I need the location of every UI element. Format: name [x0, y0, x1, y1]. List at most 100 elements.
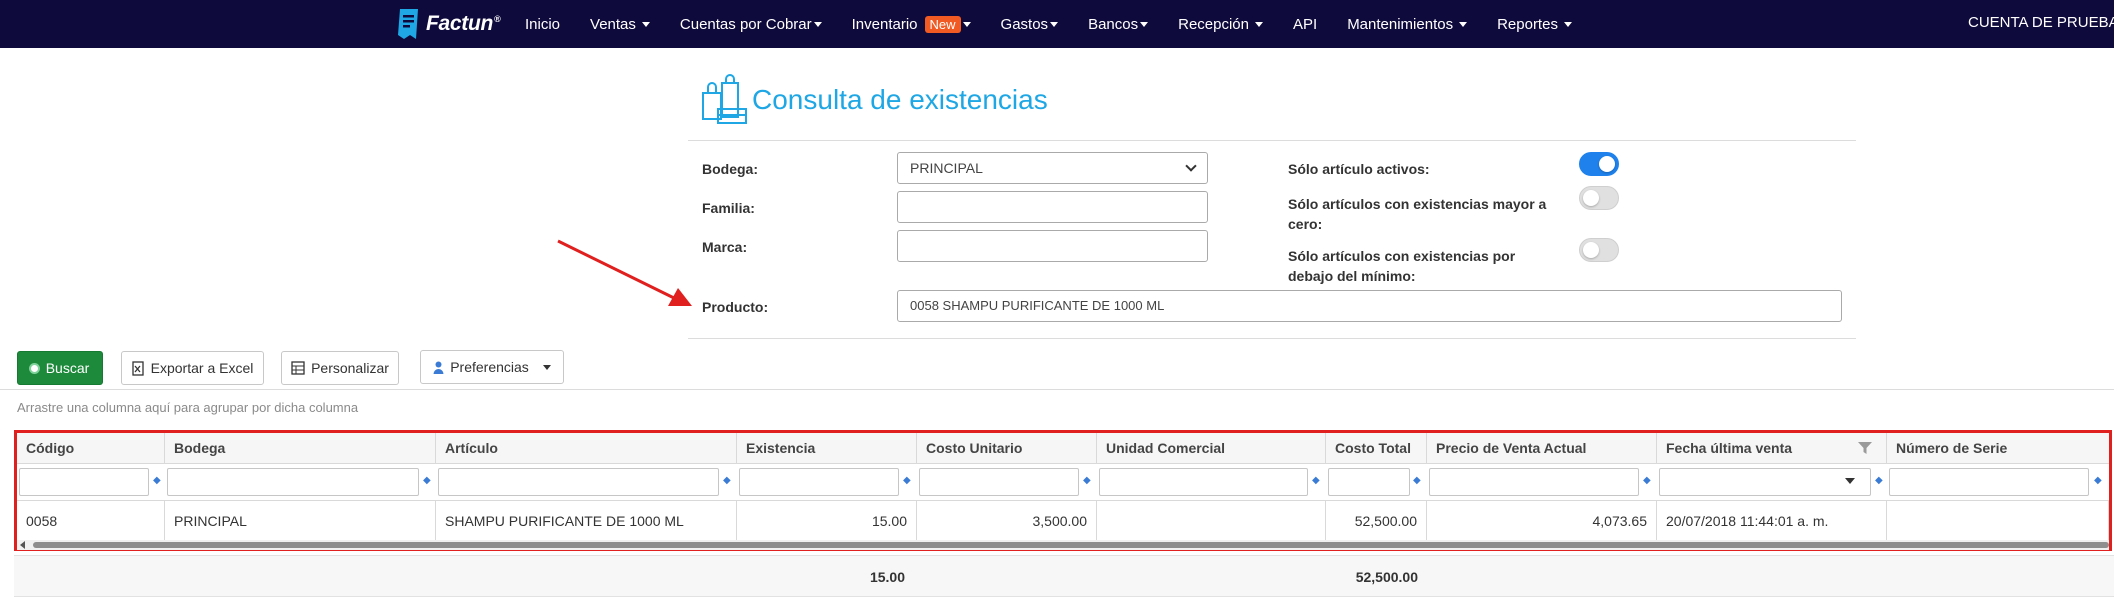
filter-icon[interactable]: ◆ [2094, 475, 2104, 487]
filter-input-numero-serie[interactable] [1889, 468, 2089, 496]
factun-logo[interactable]: Factun® [396, 6, 501, 42]
filter-icon[interactable]: ◆ [1413, 475, 1423, 487]
cell-precio-venta: 4,073.65 [1427, 501, 1657, 540]
toggle-mayor-cero-label-line1: Sólo artículos con existencias mayor a [1288, 196, 1547, 212]
nav-item-bancos[interactable]: Bancos [1088, 15, 1149, 33]
toggle-mayor-cero-label: Sólo artículos con existencias mayor a c… [1288, 194, 1546, 234]
page-title: Consulta de existencias [752, 84, 1048, 115]
familia-input[interactable] [897, 191, 1208, 223]
nav-item-inventario[interactable]: Inventario New [852, 15, 971, 33]
user-icon [433, 361, 444, 374]
cell-unidad-comercial [1097, 501, 1326, 540]
nav-item-reportes[interactable]: Reportes [1497, 16, 1572, 33]
marca-label: Marca: [702, 239, 748, 255]
toggle-knob [1599, 156, 1615, 172]
funnel-filter-icon[interactable] [1857, 441, 1873, 455]
nav-item-ventas[interactable]: Ventas [590, 16, 650, 33]
preferencias-label: Preferencias [450, 359, 529, 375]
col-header-existencia[interactable]: Existencia [737, 433, 917, 463]
filter-input-unidad-comercial[interactable] [1099, 468, 1308, 496]
filter-input-codigo[interactable] [19, 468, 149, 496]
nav-label: Gastos [1000, 15, 1049, 33]
cell-costo-unitario: 3,500.00 [917, 501, 1097, 540]
col-header-numero-serie[interactable]: Número de Serie [1887, 433, 2109, 463]
nav-item-cuentas-por-cobrar[interactable]: Cuentas por Cobrar [680, 16, 822, 33]
toggle-activos-label: Sólo artículo activos: [1288, 161, 1430, 177]
search-dot-icon [30, 364, 38, 372]
toggle-mayor-cero-label-line2: cero: [1288, 216, 1323, 232]
filter-icon[interactable]: ◆ [1875, 475, 1885, 487]
nav-item-inicio[interactable]: Inicio [525, 16, 560, 33]
scrollbar-thumb[interactable] [33, 542, 2109, 548]
nav-label: API [1293, 15, 1318, 33]
filter-input-precio-venta[interactable] [1429, 468, 1639, 496]
toggle-existencias-bajo-minimo[interactable] [1579, 238, 1619, 262]
bodega-label: Bodega: [702, 161, 758, 177]
personalizar-button[interactable]: Personalizar [281, 351, 399, 385]
col-header-costo-total[interactable]: Costo Total [1326, 433, 1427, 463]
chevron-down-icon [1140, 21, 1149, 27]
chevron-down-icon [1050, 21, 1059, 27]
chevron-down-icon [962, 21, 971, 27]
filter-icon[interactable]: ◆ [1312, 475, 1322, 487]
nav-item-mantenimientos[interactable]: Mantenimientos [1347, 15, 1468, 33]
chevron-down-icon [1459, 21, 1468, 27]
filter-icon[interactable]: ◆ [1643, 475, 1653, 487]
group-by-hint[interactable]: Arrastre una columna aquí para agrupar p… [17, 400, 358, 415]
cell-fecha-ultima-venta: 20/07/2018 11:44:01 a. m. [1657, 501, 1887, 540]
chevron-down-icon [641, 21, 650, 27]
nav-label: Inicio [525, 15, 561, 33]
top-navbar: Factun® Inicio Ventas Cuentas por Cobrar… [0, 0, 2114, 48]
col-header-costo-unitario[interactable]: Costo Unitario [917, 433, 1097, 463]
filter-input-costo-unitario[interactable] [919, 468, 1079, 496]
title-divider [688, 140, 1856, 141]
filter-icon[interactable]: ◆ [903, 475, 913, 487]
filter-icon[interactable]: ◆ [1083, 475, 1093, 487]
filter-input-bodega[interactable] [167, 468, 419, 496]
filter-icon[interactable]: ◆ [423, 475, 433, 487]
exportar-excel-button[interactable]: Exportar a Excel [121, 351, 264, 385]
buscar-button[interactable]: Buscar [17, 351, 103, 385]
cell-existencia: 15.00 [737, 501, 917, 540]
chevron-down-icon [813, 21, 822, 27]
marca-input[interactable] [897, 230, 1208, 262]
nav-item-api[interactable]: API [1293, 16, 1317, 33]
nav-label: Mantenimientos [1347, 15, 1454, 33]
chevron-down-icon [1185, 160, 1197, 172]
toggle-solo-activos[interactable] [1579, 152, 1619, 176]
preferencias-dropdown[interactable]: Preferencias [420, 350, 564, 384]
chevron-down-icon [542, 364, 551, 370]
filter-icon[interactable]: ◆ [153, 475, 163, 487]
nav-label: Recepción [1178, 15, 1249, 33]
filter-input-existencia[interactable] [739, 468, 899, 496]
col-header-precio-venta[interactable]: Precio de Venta Actual [1427, 433, 1657, 463]
col-header-fecha-ultima-venta[interactable]: Fecha última venta [1657, 433, 1887, 463]
scroll-left-arrow-icon[interactable] [20, 541, 25, 549]
filter-input-articulo[interactable] [438, 468, 719, 496]
filter-input-fecha-ultima-venta[interactable] [1659, 468, 1871, 496]
logo-wordmark: Factun [426, 12, 494, 35]
nav-item-gastos[interactable]: Gastos [1001, 16, 1059, 33]
horizontal-scrollbar[interactable] [17, 540, 2109, 550]
table-row[interactable]: 0058 PRINCIPAL SHAMPU PURIFICANTE DE 100… [17, 501, 2109, 540]
chevron-down-icon[interactable] [1845, 478, 1855, 484]
col-header-bodega[interactable]: Bodega [165, 433, 436, 463]
inventory-boxes-icon [702, 74, 747, 124]
grid-totals-row: 15.00 52,500.00 [14, 555, 2114, 597]
logo-registered-mark: ® [494, 14, 501, 24]
nav-label: Ventas [590, 15, 636, 33]
cell-numero-serie [1887, 501, 2109, 540]
filter-input-costo-total[interactable] [1328, 468, 1410, 496]
bodega-select[interactable]: PRINCIPAL [897, 152, 1208, 184]
col-header-articulo[interactable]: Artículo [436, 433, 737, 463]
toggle-existencias-mayor-cero[interactable] [1579, 186, 1619, 210]
col-header-unidad-comercial[interactable]: Unidad Comercial [1097, 433, 1326, 463]
account-menu[interactable]: CUENTA DE PRUEBAS [1968, 0, 2114, 48]
nav-label: Bancos [1088, 15, 1139, 33]
col-header-codigo[interactable]: Código [17, 433, 165, 463]
page-header: Consulta de existencias [700, 72, 1048, 128]
factun-logo-icon [398, 9, 418, 39]
filter-icon[interactable]: ◆ [723, 475, 733, 487]
producto-input[interactable]: 0058 SHAMPU PURIFICANTE DE 1000 ML [897, 290, 1842, 322]
nav-item-recepcion[interactable]: Recepción [1178, 16, 1263, 33]
